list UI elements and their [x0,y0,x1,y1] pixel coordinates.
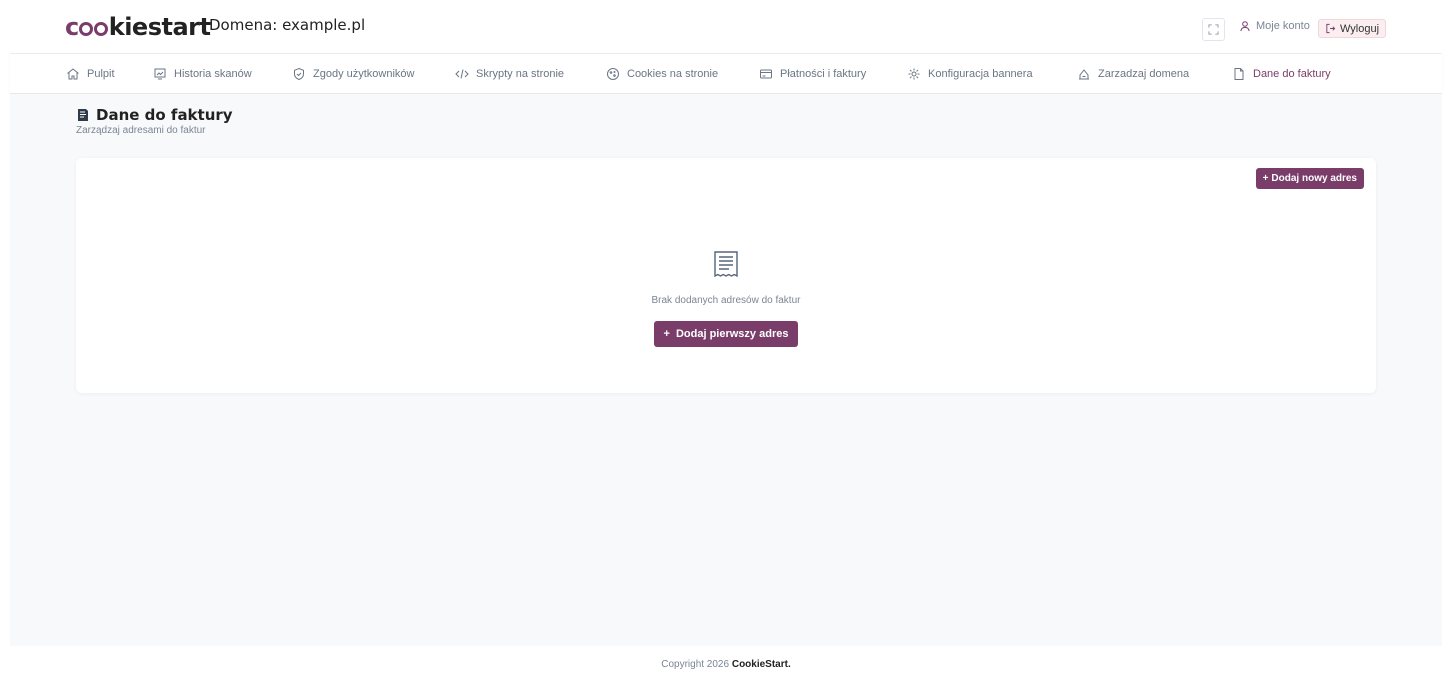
scan-history-icon [154,68,166,80]
domain-label: Domena: example.pl [209,16,366,34]
nav-item-label: Cookies na stronie [627,68,719,80]
fullscreen-button[interactable] [1202,18,1225,41]
nav-item-konfiguracja-bannera[interactable]: Konfiguracja bannera [907,67,1033,81]
home-icon [67,68,79,80]
logo-o-icon [79,22,94,36]
logo-letter-c: c [65,13,79,41]
nav-item-label: Pulpit [87,68,115,80]
cookie-icon [607,68,619,80]
nav-item-zgody-uzytkownikow[interactable]: Zgody użytkowników [292,67,415,81]
nav-item-label: Historia skanów [174,68,252,80]
addresses-card: + Dodaj nowy adres Brak dodanych adresów… [76,158,1376,393]
plus-icon: + [663,328,670,340]
nav-item-platnosci-i-faktury[interactable]: Płatności i faktury [759,67,866,81]
add-new-address-button[interactable]: + Dodaj nowy adres [1255,168,1364,189]
logout-button[interactable]: Wyloguj [1318,19,1387,38]
add-first-address-button[interactable]: + Dodaj pierwszy adres [654,321,798,347]
user-icon [1240,21,1250,32]
logout-label: Wyloguj [1340,22,1380,35]
invoice-icon [78,109,88,121]
footer: Copyright 2026 CookieStart. [10,646,1442,700]
nav-item-dane-do-faktury[interactable]: Dane do faktury [1232,67,1331,81]
add-new-address-label: Dodaj nowy adres [1271,173,1357,184]
nav-item-label: Zarzadzaj domena [1098,68,1190,80]
page-subtitle: Zarządzaj adresami do faktur [76,125,206,136]
app-frame: c kiestart Domena: example.pl Moje konto … [10,0,1442,700]
receipt-icon [714,251,738,278]
footer-brand[interactable]: CookieStart. [732,659,791,670]
nav-item-label: Płatności i faktury [780,68,867,80]
code-icon [455,69,469,79]
shield-check-icon [294,67,304,81]
cookiestart-logo[interactable]: c kiestart [65,13,211,41]
my-account-label: Moje konto [1256,20,1310,32]
manage-domain-icon [1079,69,1089,80]
nav-item-zarzadzaj-domena[interactable]: Zarzadzaj domena [1077,67,1189,81]
logo-o-icon [94,22,109,36]
plus-icon: + [1262,173,1269,184]
expand-icon [1208,24,1219,35]
logout-icon [1326,23,1336,34]
nav-item-label: Skrypty na stronie [476,68,565,80]
copyright-text: Copyright 2026 [661,659,730,670]
empty-state-text: Brak dodanych adresów do faktur [651,295,801,306]
top-header: c kiestart Domena: example.pl Moje konto … [10,0,1442,54]
add-first-address-label: Dodaj pierwszy adres [675,328,789,340]
credit-card-icon [760,69,772,79]
nav-item-label: Zgody użytkowników [313,68,415,80]
nav-item-pulpit[interactable]: Pulpit [66,67,115,81]
nav-item-historia-skanow[interactable]: Historia skanów [153,67,252,81]
main-content: Dane do faktury Zarządzaj adresami do fa… [10,95,1442,646]
nav-item-cookies-na-stronie[interactable]: Cookies na stronie [606,67,718,81]
page-title: Dane do faktury [76,106,233,124]
page-title-text: Dane do faktury [96,106,233,124]
my-account-link[interactable]: Moje konto [1239,20,1310,32]
document-icon [1234,68,1244,80]
main-nav: Pulpit Historia skanów Zgody użytkownikó… [10,54,1442,94]
logo-text: kiestart [108,13,211,41]
gear-icon [908,68,920,80]
nav-item-skrypty-na-stronie[interactable]: Skrypty na stronie [455,67,564,81]
nav-item-label: Dane do faktury [1253,68,1331,80]
nav-item-label: Konfiguracja bannera [928,68,1033,80]
